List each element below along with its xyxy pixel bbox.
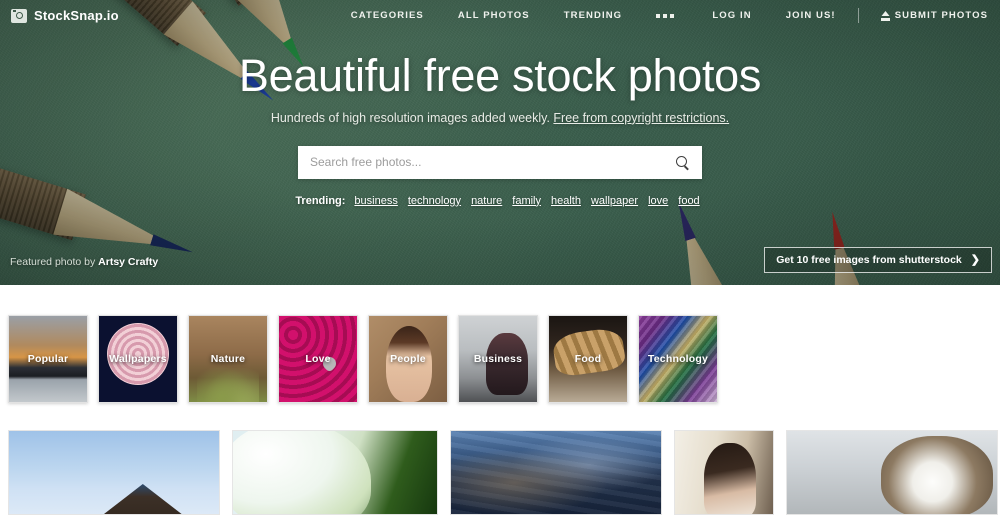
category-tiles: Popular Wallpapers Nature Love People Bu… bbox=[8, 315, 718, 403]
search-button[interactable] bbox=[662, 146, 702, 179]
copyright-link[interactable]: Free from copyright restrictions. bbox=[553, 111, 729, 125]
trending-tag-health[interactable]: health bbox=[551, 195, 581, 207]
photo-thumbnail-woman[interactable] bbox=[674, 430, 774, 515]
category-tile-people[interactable]: People bbox=[368, 315, 448, 403]
photo-thumbnail-clouds[interactable] bbox=[450, 430, 662, 515]
category-label: Business bbox=[473, 353, 523, 365]
trending-tags: Trending: business technology nature family h… bbox=[0, 195, 1000, 207]
category-label: Technology bbox=[647, 353, 709, 365]
photo-thumbnail-cat[interactable] bbox=[786, 430, 998, 515]
trending-tag-technology[interactable]: technology bbox=[408, 195, 461, 207]
trending-tag-food[interactable]: food bbox=[678, 195, 699, 207]
search-bar bbox=[298, 145, 702, 179]
search-input[interactable] bbox=[298, 145, 662, 179]
camera-icon bbox=[11, 8, 27, 23]
category-tile-technology[interactable]: Technology bbox=[638, 315, 718, 403]
nav-join-us[interactable]: JOIN US! bbox=[786, 10, 836, 21]
category-label: Food bbox=[574, 353, 602, 365]
featured-prefix: Featured photo by bbox=[10, 256, 99, 268]
category-label: People bbox=[390, 353, 426, 365]
top-navigation-bar: StockSnap.io CATEGORIES ALL PHOTOS TREND… bbox=[0, 0, 1000, 31]
search-icon bbox=[675, 155, 689, 169]
photo-grid bbox=[8, 430, 998, 515]
photo-thumbnail-flower[interactable] bbox=[232, 430, 438, 515]
upload-icon bbox=[880, 11, 890, 21]
trending-label: Trending: bbox=[295, 194, 346, 207]
trending-tag-nature[interactable]: nature bbox=[471, 195, 502, 207]
trending-tag-business[interactable]: business bbox=[354, 195, 397, 207]
nav-divider bbox=[857, 8, 859, 23]
secondary-nav: LOG IN JOIN US! SUBMIT PHOTOS bbox=[678, 8, 988, 23]
submit-photos-label: SUBMIT PHOTOS bbox=[894, 10, 988, 21]
brand-logo[interactable]: StockSnap.io bbox=[11, 8, 119, 23]
trending-tag-family[interactable]: family bbox=[512, 195, 541, 207]
category-tile-wallpapers[interactable]: Wallpapers bbox=[98, 315, 178, 403]
category-tile-love[interactable]: Love bbox=[278, 315, 358, 403]
submit-photos-button[interactable]: SUBMIT PHOTOS bbox=[880, 10, 988, 21]
page-title: Beautiful free stock photos bbox=[238, 50, 762, 101]
category-tile-popular[interactable]: Popular bbox=[8, 315, 88, 403]
hero-content: Beautiful free stock photos Hundreds of … bbox=[0, 0, 1000, 207]
ellipsis-icon[interactable] bbox=[656, 13, 675, 18]
nav-categories[interactable]: CATEGORIES bbox=[351, 10, 424, 21]
trending-tag-wallpaper[interactable]: wallpaper bbox=[591, 195, 638, 207]
category-label: Popular bbox=[27, 353, 69, 365]
featured-photo-credit: Featured photo by Artsy Crafty bbox=[10, 256, 158, 268]
featured-author[interactable]: Artsy Crafty bbox=[98, 256, 158, 268]
trending-tag-love[interactable]: love bbox=[648, 195, 668, 207]
nav-all-photos[interactable]: ALL PHOTOS bbox=[458, 10, 530, 21]
nav-log-in[interactable]: LOG IN bbox=[712, 10, 751, 21]
category-tile-food[interactable]: Food bbox=[548, 315, 628, 403]
hero-section: StockSnap.io CATEGORIES ALL PHOTOS TREND… bbox=[0, 0, 1000, 285]
hero-subtitle-text: Hundreds of high resolution images added… bbox=[270, 110, 554, 125]
chevron-right-icon: ❯ bbox=[970, 253, 980, 266]
category-tile-business[interactable]: Business bbox=[458, 315, 538, 403]
category-label: Wallpapers bbox=[109, 353, 167, 365]
category-label: Love bbox=[305, 353, 331, 365]
nav-trending[interactable]: TRENDING bbox=[564, 10, 622, 21]
primary-nav: CATEGORIES ALL PHOTOS TRENDING bbox=[351, 10, 675, 21]
brand-name: StockSnap.io bbox=[34, 8, 119, 23]
shutterstock-promo-label: Get 10 free images from shutterstock bbox=[776, 254, 962, 266]
hero-subtitle: Hundreds of high resolution images added… bbox=[0, 111, 1000, 125]
category-label: Nature bbox=[210, 353, 246, 365]
photo-thumbnail-roof[interactable] bbox=[8, 430, 220, 515]
category-tile-nature[interactable]: Nature bbox=[188, 315, 268, 403]
shutterstock-promo-button[interactable]: Get 10 free images from shutterstock ❯ bbox=[764, 247, 992, 273]
